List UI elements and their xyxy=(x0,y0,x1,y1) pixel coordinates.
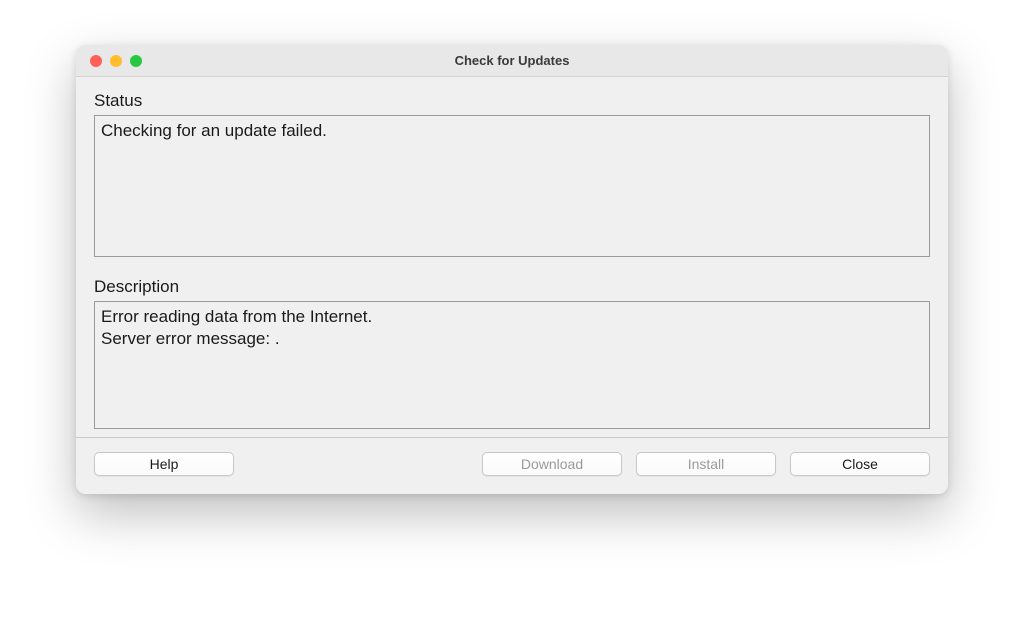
help-button[interactable]: Help xyxy=(94,452,234,476)
status-text-box[interactable]: Checking for an update failed. xyxy=(94,115,930,257)
install-button[interactable]: Install xyxy=(636,452,776,476)
description-label: Description xyxy=(94,277,930,297)
maximize-window-icon[interactable] xyxy=(130,55,142,67)
update-dialog-window: Check for Updates Status Checking for an… xyxy=(76,45,948,494)
minimize-window-icon[interactable] xyxy=(110,55,122,67)
status-label: Status xyxy=(94,91,930,111)
spacer xyxy=(248,452,468,476)
traffic-lights xyxy=(76,55,142,67)
close-button[interactable]: Close xyxy=(790,452,930,476)
download-button[interactable]: Download xyxy=(482,452,622,476)
window-title: Check for Updates xyxy=(76,53,948,68)
description-text-box[interactable]: Error reading data from the Internet. Se… xyxy=(94,301,930,429)
close-window-icon[interactable] xyxy=(90,55,102,67)
dialog-content: Status Checking for an update failed. De… xyxy=(76,77,948,437)
titlebar: Check for Updates xyxy=(76,45,948,77)
button-row: Help Download Install Close xyxy=(76,438,948,494)
